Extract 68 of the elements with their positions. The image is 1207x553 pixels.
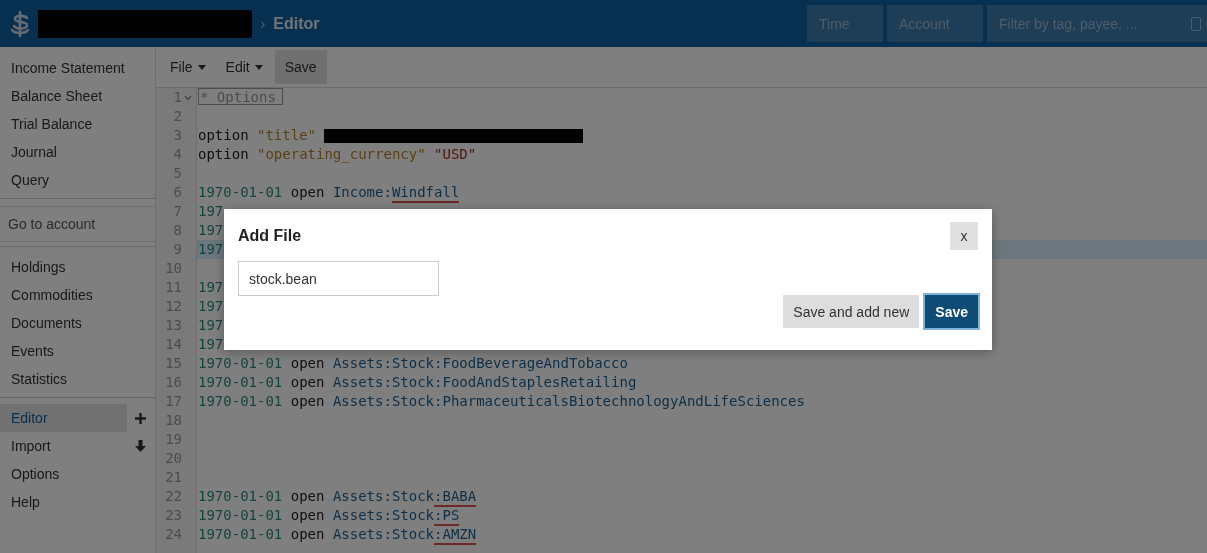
code-token: 1970-01-01 xyxy=(198,374,283,392)
code-token: open xyxy=(289,507,326,525)
filename-field[interactable]: stock.bean xyxy=(238,261,439,296)
download-arrow-icon[interactable] xyxy=(135,439,146,453)
logo-icon[interactable] xyxy=(8,9,32,38)
code-token: 1970-01-01 xyxy=(198,393,283,411)
keyboard-hint-icon xyxy=(1191,17,1201,31)
code-token: 197 xyxy=(198,203,224,221)
save-and-add-new-button[interactable]: Save and add new xyxy=(783,295,920,328)
sidebar-item[interactable]: Balance Sheet xyxy=(0,82,127,110)
sidebar-item[interactable]: Journal xyxy=(0,138,127,166)
code-token: open xyxy=(289,374,326,392)
save-button[interactable]: Save xyxy=(274,50,327,84)
plus-icon[interactable] xyxy=(135,412,146,424)
code-token: 197 xyxy=(198,298,224,316)
code-token: Windfall xyxy=(391,184,460,203)
breadcrumb-separator: › xyxy=(260,14,266,33)
code-token: option xyxy=(198,127,250,145)
close-button[interactable]: x xyxy=(950,222,978,250)
code-token: Assets:Stock xyxy=(332,526,435,544)
code-token: 197 xyxy=(198,336,224,354)
code-token: :AMZN xyxy=(434,526,477,545)
sidebar-item[interactable]: Statistics xyxy=(0,365,127,393)
code-token: 1970-01-01 xyxy=(198,507,283,525)
caret-icon xyxy=(197,64,206,70)
code-token: open xyxy=(289,393,326,411)
code-token: Assets:Stock:FoodBeverageAndTobacco xyxy=(332,355,628,373)
code-token: 1970-01-01 xyxy=(198,184,283,202)
account-search-field[interactable]: Go to account xyxy=(0,206,156,242)
code-token: 197 xyxy=(198,317,224,335)
code-token: :BABA xyxy=(434,488,477,507)
code-token: Assets:Stock xyxy=(332,488,435,506)
sidebar-item[interactable]: Trial Balance xyxy=(0,110,127,138)
menu-button[interactable]: File xyxy=(162,50,214,84)
code-token: Assets:Stock xyxy=(332,507,435,525)
dialog-title: Add File xyxy=(238,227,302,245)
sidebar-item[interactable]: Commodities xyxy=(0,281,127,309)
code-token: open xyxy=(289,355,326,373)
code-token: 197 xyxy=(198,241,224,259)
code-token: open xyxy=(289,488,326,506)
code-token: option xyxy=(198,146,250,164)
menu-button[interactable]: Edit xyxy=(217,50,271,84)
sidebar-item[interactable]: Holdings xyxy=(0,253,127,281)
code-token: 197 xyxy=(198,222,224,240)
sidebar-item[interactable]: Help xyxy=(0,488,127,516)
sidebar-item[interactable]: Query xyxy=(0,166,127,194)
sidebar-item[interactable]: Import xyxy=(0,432,127,460)
page-title: Editor xyxy=(273,14,320,33)
code-token: open xyxy=(289,184,326,202)
code-token: "title" xyxy=(257,127,318,145)
caret-icon xyxy=(254,64,263,70)
code-token: Assets:Stock:FoodAndStaplesRetailing xyxy=(332,374,637,392)
sidebar-item[interactable]: Options xyxy=(0,460,127,488)
code-token: "operating_currency" xyxy=(257,146,427,165)
code-token: 1970-01-01 xyxy=(198,355,283,373)
save-button[interactable]: Save xyxy=(925,295,978,328)
code-token: 1970-01-01 xyxy=(198,526,283,544)
sidebar-item[interactable]: Documents xyxy=(0,309,127,337)
sidebar-item[interactable]: Editor xyxy=(0,404,127,432)
code-token: Income: xyxy=(332,184,392,202)
sidebar-item[interactable]: Income Statement xyxy=(0,54,136,82)
code-token: "USD" xyxy=(434,146,477,164)
code-token: 197 xyxy=(198,279,224,297)
code-token: 1970-01-01 xyxy=(198,488,283,506)
code-token: Assets:Stock:PharmaceuticalsBiotechnologyAndLifeSciences xyxy=(332,393,805,411)
sidebar-item[interactable]: Events xyxy=(0,337,127,365)
code-token: :PS xyxy=(434,507,460,526)
code-token: open xyxy=(289,526,326,544)
